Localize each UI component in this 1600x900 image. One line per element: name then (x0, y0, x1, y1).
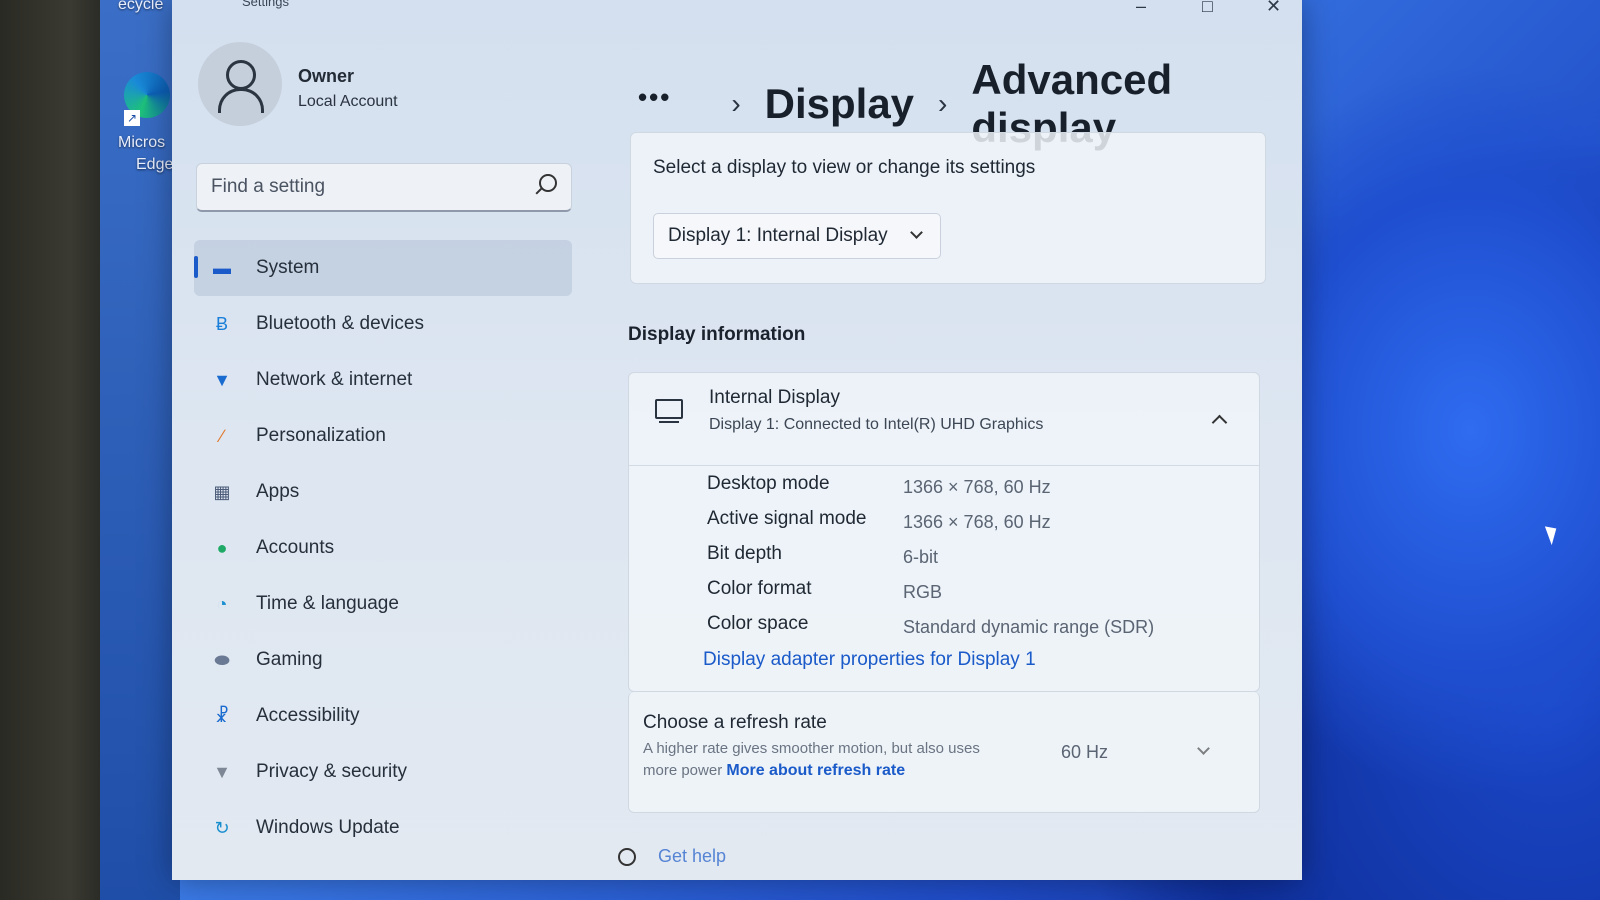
chevron-down-icon (1197, 742, 1210, 755)
get-help-link[interactable]: Get help (658, 846, 726, 867)
avatar[interactable] (198, 42, 282, 126)
sidebar-item-label: Bluetooth & devices (256, 313, 424, 334)
sidebar-nav: ▬ System Ƀ Bluetooth & devices ▼ Network & in… (194, 240, 572, 856)
info-row-value: 6-bit (903, 547, 939, 567)
shortcut-arrow-icon: ↗ (124, 110, 140, 126)
sidebar-item-privacy-security[interactable]: ▼ Privacy & security (194, 744, 572, 800)
profile-name: Owner (298, 66, 355, 86)
profile-account-type: Local Account (298, 93, 398, 110)
accessibility-icon: ☧ (214, 705, 230, 726)
edge-label[interactable]: Micros (118, 134, 165, 152)
sidebar-item-accessibility[interactable]: ☧ Accessibility (194, 688, 572, 744)
info-row-value: Standard dynamic range (SDR) (903, 617, 1155, 637)
section-title: Display information (628, 324, 806, 345)
sidebar-item-personalization[interactable]: ∕ Personalization (194, 408, 572, 464)
sidebar-item-time-language[interactable]: ◔ Time & language (194, 576, 572, 632)
sidebar-item-gaming[interactable]: ⬬ Gaming (194, 632, 572, 688)
display-select-card: Select a display to view or change its s… (630, 132, 1266, 284)
sidebar-item-label: Accessibility (256, 705, 360, 726)
info-row-value: 1366 × 768, 60 Hz (903, 512, 1051, 532)
sidebar-item-windows-update[interactable]: ↻ Windows Update (194, 800, 572, 856)
recycle-bin-label[interactable]: ecycle (118, 0, 163, 14)
sidebar-item-network-internet[interactable]: ▼ Network & internet (194, 352, 572, 408)
shield-icon: ▼ (213, 761, 231, 782)
refresh-rate-dropdown[interactable]: 60 Hz (1049, 734, 1219, 770)
search-box[interactable] (196, 163, 572, 212)
title-bar: Settings – □ ✕ (172, 0, 1302, 20)
display-info-title: Internal Display (709, 387, 840, 408)
sidebar-item-label: Privacy & security (256, 761, 407, 782)
info-row-label: Active signal mode (707, 508, 867, 529)
search-icon[interactable] (539, 174, 557, 192)
sidebar-item-label: Network & internet (256, 369, 413, 390)
person-icon: ● (216, 537, 228, 558)
refresh-rate-card: Choose a refresh rate A higher rate give… (628, 692, 1260, 813)
info-row-value: RGB (903, 582, 943, 602)
breadcrumb-more-button[interactable]: ••• (638, 82, 671, 113)
breadcrumb-display-link[interactable]: Display (765, 80, 914, 128)
breadcrumb-chevron-icon: › (938, 88, 948, 119)
settings-window: Settings – □ ✕ Owner Local Account ▬ Syst… (172, 0, 1302, 880)
person-body-icon (218, 88, 264, 113)
help-icon (618, 848, 636, 866)
breadcrumb-chevron-icon: › (731, 88, 741, 119)
display-info-card: Internal Display Display 1: Connected to… (628, 372, 1260, 692)
sidebar-item-label: Apps (256, 481, 300, 502)
wifi-icon: ▼ (213, 369, 231, 390)
update-icon: ↻ (214, 817, 230, 838)
sidebar-item-apps[interactable]: ▦ Apps (194, 464, 572, 520)
display-info-subtitle: Display 1: Connected to Intel(R) UHD Gra… (709, 416, 1044, 433)
sidebar-item-label: Personalization (256, 425, 386, 446)
search-input[interactable] (209, 172, 523, 202)
chevron-down-icon (910, 226, 923, 239)
refresh-rate-description: A higher rate gives smoother motion, but… (643, 738, 1003, 782)
sidebar-item-accounts[interactable]: ● Accounts (194, 520, 572, 576)
display-adapter-properties-link[interactable]: Display adapter properties for Display 1 (703, 649, 1036, 671)
info-row-label: Bit depth (707, 543, 782, 564)
person-head-icon (226, 60, 256, 90)
close-button[interactable]: ✕ (1266, 0, 1281, 17)
sidebar-item-label: Gaming (256, 649, 323, 670)
info-row-label: Desktop mode (707, 473, 830, 494)
screen-bezel (0, 0, 100, 900)
display-dropdown[interactable]: Display 1: Internal Display (653, 213, 941, 259)
display-info-header[interactable]: Internal Display Display 1: Connected to… (629, 373, 1259, 466)
refresh-rate-value: 60 Hz (1061, 742, 1109, 762)
window-title: Settings (242, 0, 289, 9)
info-row-value: 1366 × 768, 60 Hz (903, 477, 1051, 497)
display-select-prompt: Select a display to view or change its s… (653, 157, 1036, 178)
info-row-label: Color space (707, 613, 809, 634)
maximize-button[interactable]: □ (1202, 0, 1213, 17)
apps-icon: ▦ (213, 481, 231, 502)
sidebar-item-system[interactable]: ▬ System (194, 240, 572, 296)
refresh-rate-title: Choose a refresh rate (643, 712, 827, 733)
info-row-label: Color format (707, 578, 812, 599)
minimize-button[interactable]: – (1136, 0, 1146, 17)
brush-icon: ∕ (220, 425, 224, 446)
monitor-icon: ▬ (213, 257, 231, 278)
bluetooth-icon: Ƀ (215, 313, 228, 334)
sidebar-item-label: Time & language (256, 593, 399, 614)
sidebar-item-label: System (256, 257, 320, 278)
sidebar-item-label: Windows Update (256, 817, 400, 838)
monitor-icon (655, 399, 683, 423)
display-dropdown-value: Display 1: Internal Display (668, 225, 888, 246)
globe-clock-icon: ◔ (216, 593, 228, 614)
sidebar-item-bluetooth-devices[interactable]: Ƀ Bluetooth & devices (194, 296, 572, 352)
sidebar-item-label: Accounts (256, 537, 335, 558)
gamepad-icon: ⬬ (214, 649, 230, 670)
chevron-up-icon[interactable] (1211, 414, 1228, 431)
edge-label-line2[interactable]: Edge (136, 156, 173, 174)
refresh-rate-more-link[interactable]: More about refresh rate (726, 762, 905, 779)
